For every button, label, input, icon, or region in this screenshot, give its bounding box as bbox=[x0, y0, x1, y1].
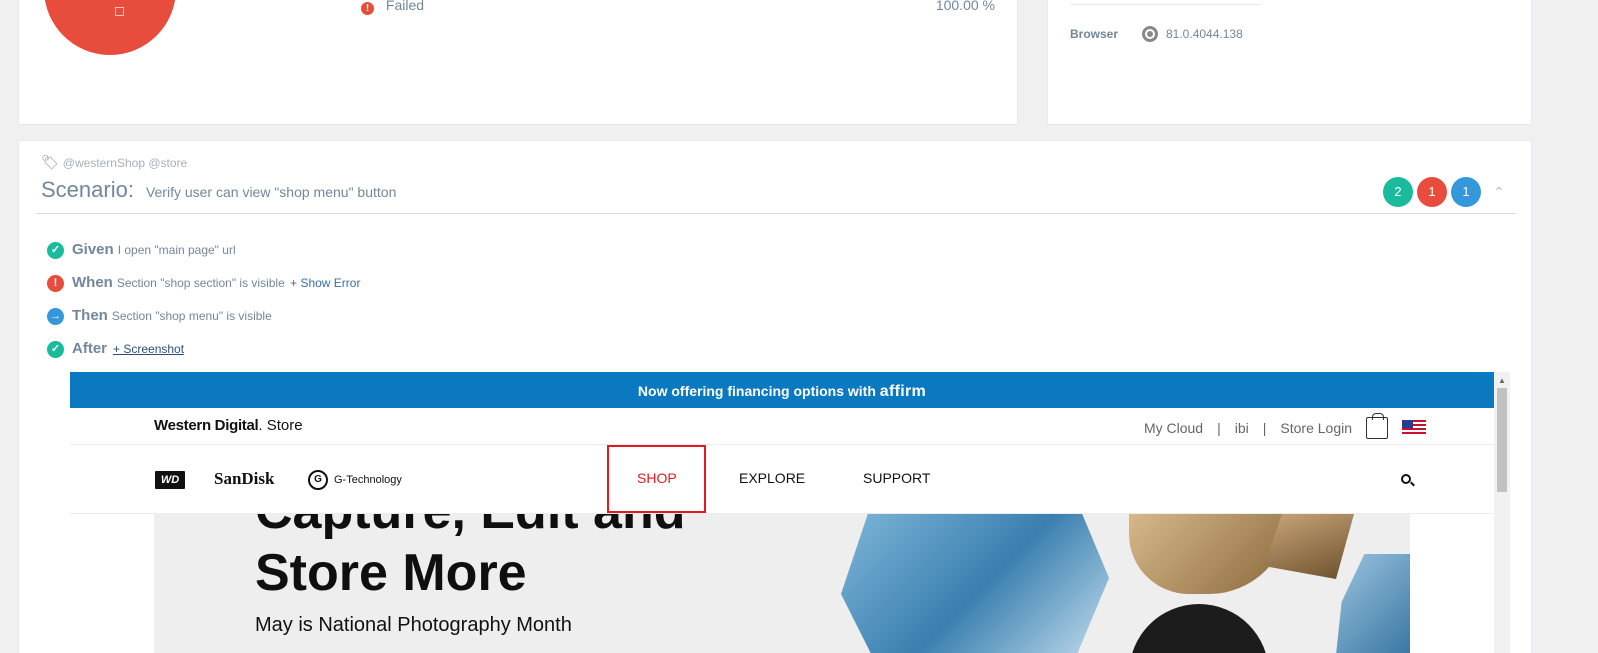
skipped-count-badge: 1 bbox=[1451, 177, 1481, 207]
store-brand: Western Digital bbox=[154, 417, 259, 434]
header-divider bbox=[70, 444, 1494, 445]
scenario-tags: 🏷︎ @westernShop @store bbox=[41, 154, 187, 171]
failed-label: Failed bbox=[385, 0, 425, 13]
chrome-icon bbox=[1142, 26, 1158, 42]
tooltip-swatch bbox=[115, 7, 124, 16]
failed-count-badge: 1 bbox=[1417, 177, 1447, 207]
link-separator: | bbox=[1262, 420, 1267, 436]
summary-panel: ! Failed 100.00 % bbox=[18, 0, 1018, 125]
step-then: → Then Section "shop menu" is visible bbox=[47, 307, 272, 325]
step-text: Section "shop menu" is visible bbox=[111, 309, 272, 323]
g-technology-icon: G bbox=[308, 470, 328, 490]
store-login-link: Store Login bbox=[1280, 420, 1352, 436]
dark-photo bbox=[1129, 604, 1269, 653]
browser-version: 81.0.4044.138 bbox=[1166, 27, 1243, 41]
step-after: ✓ After + Screenshot bbox=[47, 340, 184, 358]
metadata-divider bbox=[1070, 4, 1260, 5]
failed-percent: 100.00 % bbox=[935, 0, 995, 13]
check-circle-icon: ✓ bbox=[47, 341, 64, 358]
top-links: My Cloud | ibi | Store Login bbox=[1143, 413, 1426, 439]
passed-count-badge: 2 bbox=[1383, 177, 1413, 207]
sky-photo bbox=[1334, 554, 1410, 653]
scenario-divider bbox=[36, 213, 1516, 214]
nav-explore: EXPLORE bbox=[739, 470, 806, 486]
nav-support: SUPPORT bbox=[863, 470, 931, 486]
arrow-circle-right-icon: → bbox=[47, 308, 64, 325]
screenshot-scrollbar[interactable]: ▲ bbox=[1494, 372, 1510, 653]
step-count-badges: 2 1 1 ⌃ bbox=[1383, 177, 1509, 207]
g-technology-label: G-Technology bbox=[334, 474, 402, 486]
sandisk-logo: SanDisk bbox=[214, 469, 275, 488]
hero-subheading: May is National Photography Month bbox=[255, 614, 572, 636]
step-when: ! When Section "shop section" is visible +… bbox=[47, 274, 360, 292]
ibi-link: ibi bbox=[1234, 420, 1249, 436]
scroll-up-arrow-icon[interactable]: ▲ bbox=[1498, 376, 1506, 385]
scenario-name: Verify user can view "shop menu" button bbox=[145, 184, 397, 200]
link-separator: | bbox=[1217, 420, 1221, 436]
step-keyword: Then bbox=[72, 307, 108, 324]
banner-text: Now offering financing options with bbox=[637, 383, 876, 399]
hero-banner: Capture, Edit and Store More May is Nati… bbox=[154, 514, 1410, 653]
scenario-panel: 🏷︎ @westernShop @store Scenario: Verify us… bbox=[18, 140, 1532, 653]
step-keyword: When bbox=[72, 274, 113, 291]
hero-line-2: Store More bbox=[255, 544, 527, 602]
g-technology-logo: G G-Technology bbox=[308, 470, 402, 490]
scrollbar-thumb[interactable] bbox=[1497, 388, 1507, 492]
hero-heading: Capture, Edit and Store More bbox=[255, 514, 685, 604]
financing-banner: Now offering financing options with affi… bbox=[70, 372, 1494, 408]
step-text: I open "main page" url bbox=[117, 243, 236, 257]
failure-screenshot: Now offering financing options with affi… bbox=[70, 372, 1510, 653]
exclamation-circle-icon: ! bbox=[47, 275, 64, 292]
browser-row: Browser 81.0.4044.138 bbox=[1070, 26, 1243, 42]
surfer-photo bbox=[841, 514, 1109, 653]
my-cloud-link: My Cloud bbox=[1143, 420, 1204, 436]
chevron-up-icon[interactable]: ⌃ bbox=[1489, 184, 1509, 201]
step-given: ✓ Given I open "main page" url bbox=[47, 241, 236, 259]
search-icon bbox=[1401, 474, 1411, 484]
screenshot-link[interactable]: + Screenshot bbox=[113, 342, 184, 356]
scenario-title[interactable]: Scenario: Verify user can view "shop menu… bbox=[41, 177, 396, 203]
tags-icon: 🏷︎ bbox=[41, 154, 59, 170]
check-circle-icon: ✓ bbox=[47, 242, 64, 259]
step-text: Section "shop section" is visible bbox=[116, 276, 285, 290]
browser-label: Browser bbox=[1070, 27, 1119, 41]
step-keyword: Given bbox=[72, 241, 114, 258]
desert-photo bbox=[1129, 514, 1289, 594]
store-logo: Western Digital. Store bbox=[154, 417, 303, 434]
affirm-logo: affirm bbox=[879, 383, 927, 400]
exclamation-circle-icon: ! bbox=[361, 2, 374, 15]
cart-icon bbox=[1366, 413, 1388, 439]
us-flag-icon bbox=[1402, 420, 1426, 436]
failed-status-row: ! Failed 100.00 % bbox=[361, 0, 1001, 15]
metadata-panel: Browser 81.0.4044.138 bbox=[1047, 0, 1532, 125]
nav-shop: SHOP bbox=[637, 470, 677, 486]
step-keyword: After bbox=[72, 340, 108, 357]
show-error-link[interactable]: + Show Error bbox=[290, 276, 360, 290]
scenario-keyword: Scenario: bbox=[41, 177, 134, 202]
status-donut-chart bbox=[44, 0, 176, 55]
wd-logo: WD bbox=[155, 471, 185, 489]
hero-line-1: Capture, Edit and bbox=[255, 514, 685, 542]
store-suffix: . Store bbox=[258, 417, 303, 434]
tags-text: @westernShop @store bbox=[62, 156, 188, 170]
